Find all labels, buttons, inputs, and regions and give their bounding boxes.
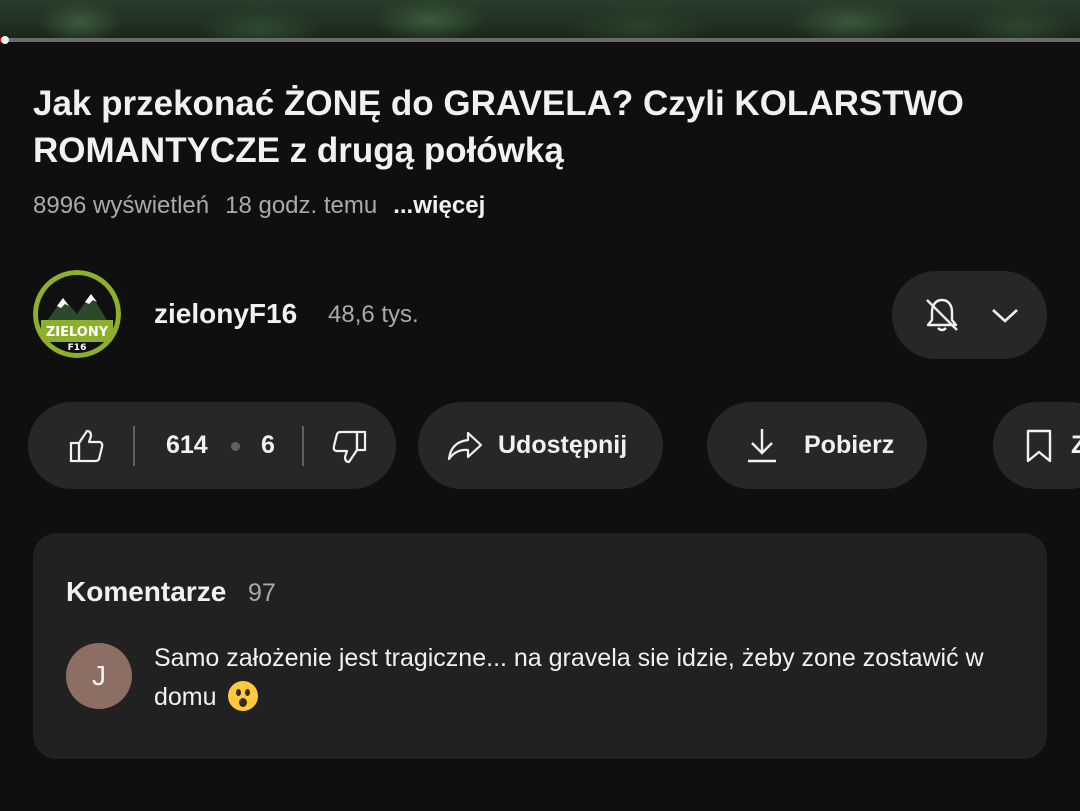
comments-count: 97 <box>248 579 276 607</box>
thumbs-down-icon[interactable] <box>330 428 368 466</box>
save-label: Z <box>1071 431 1080 459</box>
chevron-down-icon <box>992 309 1018 323</box>
thumbs-up-icon[interactable] <box>68 427 106 465</box>
share-icon <box>447 431 483 461</box>
channel-avatar[interactable]: ZIELONY F16 <box>33 270 121 358</box>
bell-off-icon <box>926 298 958 332</box>
top-comment: Samo założenie jest tragiczne... na grav… <box>154 639 1024 717</box>
bookmark-icon <box>1026 429 1052 463</box>
subscription-button[interactable] <box>892 271 1047 359</box>
like-count[interactable]: 614 <box>166 431 208 460</box>
share-button[interactable]: Udostępnij <box>418 402 663 489</box>
channel-logo-text: ZIELONY <box>46 325 109 340</box>
dislike-count[interactable]: 6 <box>261 431 275 460</box>
top-comment-text: Samo założenie jest tragiczne... na grav… <box>154 644 984 711</box>
channel-name[interactable]: zielonyF16 <box>154 298 297 330</box>
download-icon <box>748 429 776 463</box>
more-link[interactable]: ...więcej <box>393 192 485 220</box>
subscriber-count: 48,6 tys. <box>328 301 419 328</box>
upload-age: 18 godz. temu <box>225 192 378 219</box>
video-title[interactable]: Jak przekonać ŻONĘ do GRAVELA? Czyli KOL… <box>33 80 1043 174</box>
surprised-face-icon <box>227 681 258 711</box>
channel-logo-sub: F16 <box>68 343 87 353</box>
like-separator <box>133 426 135 466</box>
download-button[interactable]: Pobierz <box>707 402 927 489</box>
share-label: Udostępnij <box>498 431 628 459</box>
download-label: Pobierz <box>804 431 895 459</box>
watch-sheet <box>0 42 1080 72</box>
commenter-avatar: J <box>66 643 132 709</box>
video-player[interactable] <box>0 0 1080 40</box>
video-meta[interactable]: 8996 wyświetleń 18 godz. temu ...więcej <box>33 192 485 220</box>
comments-section[interactable]: Komentarze 97 J Samo założenie jest trag… <box>33 533 1047 759</box>
dislike-separator <box>302 426 304 466</box>
view-count: 8996 wyświetleń <box>33 192 210 219</box>
count-dot <box>231 442 240 451</box>
save-button[interactable]: Z <box>993 402 1080 489</box>
like-dislike-group: 614 6 <box>28 402 396 489</box>
progress-scrubber[interactable] <box>1 36 9 44</box>
comments-heading: Komentarze <box>66 576 227 607</box>
